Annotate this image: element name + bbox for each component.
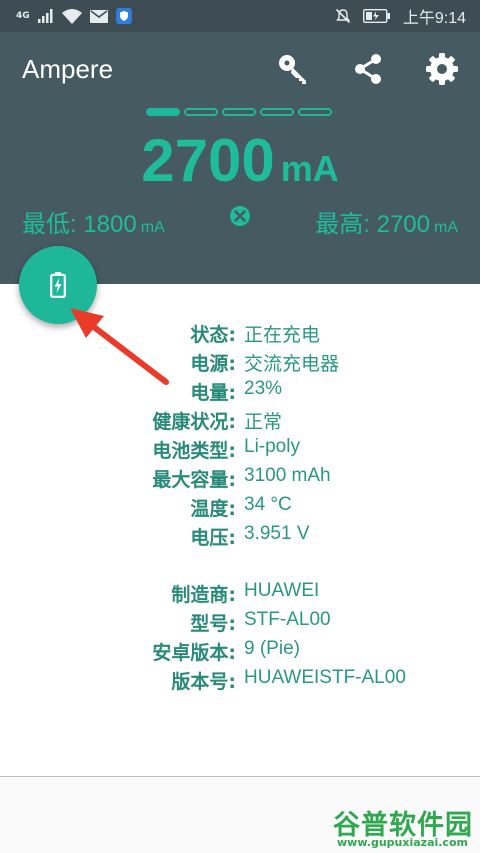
page-indicator-dot[interactable]: [222, 108, 256, 116]
current-reading: 2700 mA: [0, 126, 480, 195]
info-value: 正常: [244, 412, 283, 433]
info-label: 电压:: [190, 527, 236, 549]
share-icon[interactable]: [351, 52, 385, 86]
info-row: 制造商: HUAWEI: [0, 580, 480, 608]
info-label: 健康状况:: [152, 411, 236, 433]
info-value: 9 (Pie): [244, 638, 300, 659]
info-label: 电源:: [190, 353, 236, 375]
info-row: 健康状况: 正常: [0, 407, 480, 435]
info-label: 最大容量:: [152, 469, 236, 491]
key-icon[interactable]: [276, 52, 310, 86]
info-label: 制造商:: [171, 584, 236, 606]
page-indicator-dot[interactable]: [260, 108, 294, 116]
info-value: 正在充电: [244, 325, 321, 346]
info-row: 版本号: HUAWEISTF-AL00: [0, 667, 480, 695]
page-indicator-dot[interactable]: [146, 108, 180, 116]
info-label: 状态:: [190, 324, 236, 346]
info-row: 安卓版本: 9 (Pie): [0, 638, 480, 666]
info-value: 3100 mAh: [244, 465, 331, 486]
info-label: 电池类型:: [152, 440, 236, 462]
info-row: 型号: STF-AL00: [0, 609, 480, 637]
info-value: 23%: [244, 378, 283, 399]
battery-charging-icon: [50, 272, 66, 298]
info-value: 3.951 V: [244, 523, 310, 544]
shield-app-icon: [115, 8, 132, 24]
network-type: 4G: [16, 11, 30, 21]
max-unit: mA: [434, 219, 458, 236]
info-value: Li-poly: [244, 436, 300, 457]
watermark-url: www.gupuxiazai.com: [337, 836, 468, 849]
info-row: 电池类型: Li-poly: [0, 436, 480, 464]
annotation-arrow-icon: [70, 308, 169, 385]
signal-icon: [37, 9, 53, 23]
current-unit: mA: [280, 148, 339, 189]
info-row: 温度: 34 °C: [0, 494, 480, 522]
max-label: 最高: 2700: [315, 211, 430, 238]
status-time: 上午9:14: [402, 10, 466, 27]
info-label: 电量:: [190, 382, 236, 404]
info-value: 34 °C: [244, 494, 292, 515]
min-unit: mA: [140, 219, 165, 236]
current-value: 2700: [141, 127, 275, 194]
mute-icon: [335, 8, 350, 24]
info-row: 电压: 3.951 V: [0, 523, 480, 551]
wifi-icon: [61, 8, 82, 24]
info-label: 版本号:: [171, 671, 236, 693]
info-value: 交流充电器: [244, 354, 340, 375]
mail-icon: [89, 9, 108, 23]
min-label: 最低: 1800: [22, 211, 137, 238]
reset-close-icon[interactable]: [229, 205, 251, 227]
page-indicator-dot[interactable]: [298, 108, 332, 116]
status-bar: 4G 上午9:14: [0, 0, 480, 32]
info-label: 型号:: [190, 613, 236, 635]
max-reading: 最高: 2700 mA: [315, 204, 458, 239]
app-title: Ampere: [22, 54, 114, 84]
info-row: 最大容量: 3100 mAh: [0, 465, 480, 493]
battery-icon: [362, 9, 390, 23]
info-label: 安卓版本:: [152, 642, 236, 664]
info-value: HUAWEISTF-AL00: [244, 667, 406, 688]
info-label: 温度:: [190, 498, 236, 520]
settings-gear-icon[interactable]: [425, 52, 459, 86]
watermark: 谷普软件园 www.gupuxiazai.com: [333, 803, 480, 853]
page-indicator: [146, 108, 332, 116]
page-indicator-dot[interactable]: [184, 108, 218, 116]
min-reading: 最低: 1800 mA: [22, 204, 165, 239]
info-value: STF-AL00: [244, 609, 331, 630]
info-value: HUAWEI: [244, 580, 320, 601]
